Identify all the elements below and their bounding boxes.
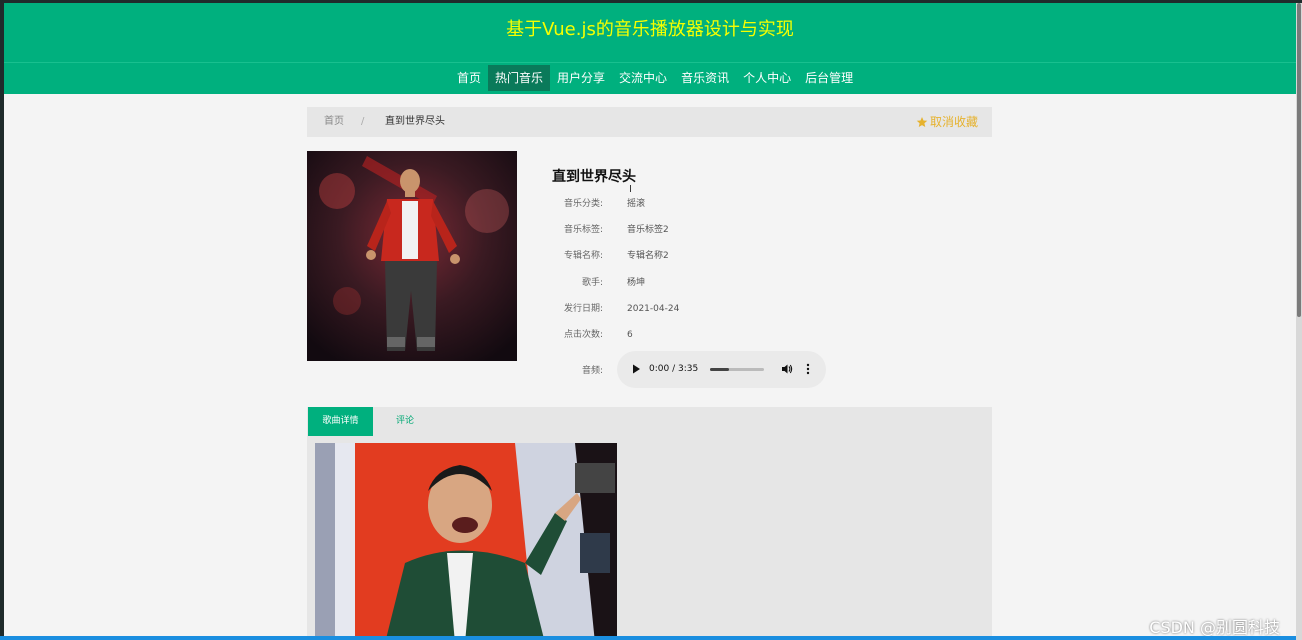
volume-icon[interactable] (781, 363, 793, 375)
vertical-scrollbar[interactable] (1296, 3, 1302, 640)
csdn-watermark: CSDN @别圆科技 (1149, 618, 1280, 637)
info-value: 2021-04-24 (627, 304, 680, 314)
info-label: 发行日期: (563, 304, 603, 314)
breadcrumb-current: 直到世界尽头 (385, 116, 445, 127)
info-label: 音乐分类: (563, 199, 603, 209)
nav-item-user-share[interactable]: 用户分享 (550, 65, 612, 91)
site-title: 基于Vue.js的音乐播放器设计与实现 (506, 19, 794, 40)
audio-label: 音频: (581, 366, 603, 376)
site-header: 基于Vue.js的音乐播放器设计与实现 首页 热门音乐 用户分享 交流中心 音乐… (4, 3, 1296, 94)
audio-player[interactable]: 0:00 / 3:35 (617, 351, 826, 388)
info-label: 点击次数: (563, 330, 603, 340)
main-nav: 首页 热门音乐 用户分享 交流中心 音乐资讯 个人中心 后台管理 (450, 65, 860, 91)
seek-bar[interactable] (710, 368, 764, 371)
nav-item-forum[interactable]: 交流中心 (612, 65, 674, 91)
detail-tabs: 歌曲详情 评论 (307, 407, 992, 436)
unfavorite-button[interactable]: 取消收藏 (916, 107, 978, 137)
info-value: 音乐标签2 (627, 225, 669, 235)
info-value: 摇滚 (627, 199, 646, 209)
playback-time: 0:00 / 3:35 (649, 364, 699, 374)
info-label: 歌手: (581, 278, 603, 288)
taskbar-edge (0, 636, 1296, 640)
breadcrumb-separator: / (361, 116, 365, 127)
scrollbar-thumb[interactable] (1297, 3, 1301, 317)
text-cursor-icon: I (629, 184, 632, 195)
tab-content (307, 436, 992, 640)
tab-song-details[interactable]: 歌曲详情 (308, 407, 373, 436)
breadcrumb: 首页 / 直到世界尽头 取消收藏 (307, 107, 992, 137)
seek-bar-fill (710, 368, 729, 371)
info-value: 杨坤 (627, 278, 646, 288)
nav-item-admin[interactable]: 后台管理 (798, 65, 860, 91)
unfavorite-label: 取消收藏 (929, 115, 978, 129)
nav-item-music-news[interactable]: 音乐资讯 (674, 65, 736, 91)
nav-item-hot-music[interactable]: 热门音乐 (488, 65, 551, 91)
nav-divider (4, 62, 1296, 63)
nav-item-home[interactable]: 首页 (450, 65, 488, 91)
browser-viewport: 基于Vue.js的音乐播放器设计与实现 首页 热门音乐 用户分享 交流中心 音乐… (4, 3, 1296, 640)
star-icon (916, 117, 928, 127)
info-label: 专辑名称: (563, 251, 603, 261)
tab-comments[interactable]: 评论 (385, 407, 425, 436)
info-value: 专辑名称2 (627, 251, 669, 261)
breadcrumb-home-link[interactable]: 首页 (324, 107, 344, 137)
info-label: 音乐标签: (563, 225, 603, 235)
song-title: 直到世界尽头 (552, 169, 636, 185)
play-icon[interactable] (630, 363, 642, 375)
more-options-icon[interactable] (805, 363, 811, 375)
song-detail-image (315, 443, 617, 640)
album-cover-image (307, 151, 517, 361)
info-value: 6 (627, 330, 633, 340)
nav-item-personal-center[interactable]: 个人中心 (736, 65, 798, 91)
